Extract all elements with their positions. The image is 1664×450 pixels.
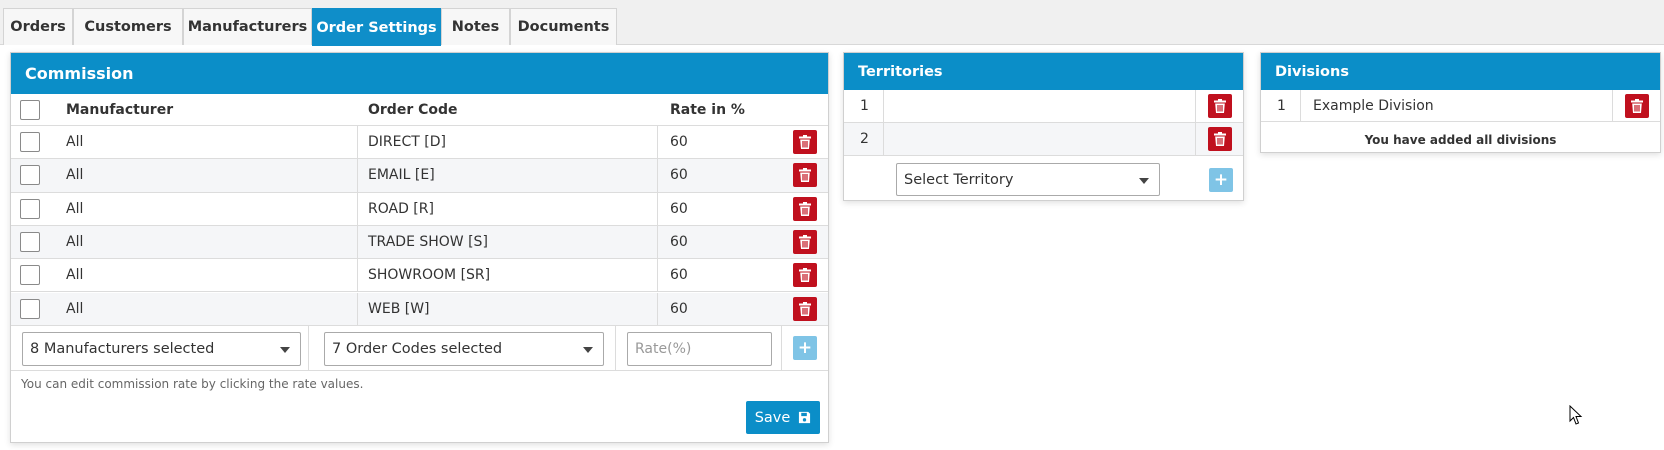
row-checkbox[interactable]: [20, 298, 40, 319]
trash-icon: [799, 268, 811, 283]
manufacturer-cell: All: [66, 167, 84, 184]
manufacturer-column-header: Manufacturer: [66, 101, 174, 118]
delete-territory-button[interactable]: [1208, 94, 1232, 118]
plus-icon: +: [797, 338, 813, 358]
delete-row-button[interactable]: [793, 230, 817, 255]
rate-cell[interactable]: 60: [670, 226, 688, 258]
rate-cell[interactable]: 60: [670, 259, 688, 291]
mouse-cursor-icon: [1569, 405, 1583, 425]
divisions-note: You have added all divisions: [1364, 133, 1557, 147]
row-checkbox[interactable]: [20, 198, 40, 219]
territory-select[interactable]: Select Territory: [896, 163, 1160, 196]
rate-cell[interactable]: 60: [670, 293, 688, 325]
rate-cell[interactable]: 60: [670, 159, 688, 191]
territory-number: 2: [860, 131, 869, 147]
rate-input[interactable]: [627, 332, 772, 366]
delete-row-button[interactable]: [793, 130, 817, 155]
manufacturers-select[interactable]: 8 Manufacturers selected: [22, 332, 301, 366]
manufacturer-cell: All: [66, 134, 84, 151]
tab-orders[interactable]: Orders: [3, 8, 73, 45]
plus-icon: +: [1213, 170, 1229, 190]
trash-icon: [799, 235, 811, 250]
manufacturer-cell: All: [66, 200, 84, 217]
order-codes-select[interactable]: 7 Order Codes selected: [324, 332, 604, 366]
tab-order-settings[interactable]: Order Settings: [312, 8, 441, 46]
table-row: All DIRECT [D] 60: [11, 126, 828, 160]
row-checkbox[interactable]: [20, 165, 40, 186]
divisions-panel: Divisions 1 Example Division You have add…: [1260, 52, 1661, 153]
trash-icon: [799, 135, 811, 150]
commission-header-row: Manufacturer Order Code Rate in %: [11, 94, 828, 126]
floppy-disk-icon: [799, 411, 811, 424]
manufacturer-cell: All: [66, 300, 84, 317]
divisions-title: Divisions: [1261, 53, 1660, 90]
row-checkbox[interactable]: [20, 232, 40, 253]
delete-row-button[interactable]: [793, 196, 817, 221]
delete-division-button[interactable]: [1625, 93, 1649, 118]
row-checkbox[interactable]: [20, 265, 40, 286]
tab-documents[interactable]: Documents: [510, 8, 617, 45]
trash-icon: [1631, 98, 1643, 113]
territory-row: 2: [844, 123, 1243, 156]
territory-number: 1: [860, 98, 869, 114]
save-button-label: Save: [754, 409, 791, 426]
commission-add-row: 8 Manufacturers selected 7 Order Codes s…: [11, 326, 828, 371]
order-code-cell: SHOWROOM [SR]: [368, 267, 491, 284]
territory-row: 1: [844, 90, 1243, 123]
trash-icon: [799, 201, 811, 216]
tab-customers[interactable]: Customers: [73, 8, 183, 45]
rate-cell[interactable]: 60: [670, 193, 688, 225]
save-button[interactable]: Save: [746, 401, 820, 434]
row-checkbox[interactable]: [20, 132, 40, 153]
table-row: All WEB [W] 60: [11, 292, 828, 326]
table-row: All TRADE SHOW [S] 60: [11, 225, 828, 260]
commission-title: Commission: [11, 53, 828, 94]
trash-icon: [799, 168, 811, 183]
commission-hint: You can edit commission rate by clicking…: [21, 377, 364, 391]
territories-panel: Territories 1 2 Select Territory +: [843, 52, 1244, 201]
rate-cell[interactable]: 60: [670, 126, 688, 158]
division-number: 1: [1277, 97, 1286, 114]
delete-row-button[interactable]: [793, 263, 817, 288]
chevron-down-icon: [1139, 177, 1149, 184]
order-code-cell: ROAD [R]: [368, 200, 434, 217]
trash-icon: [1214, 132, 1226, 146]
order-code-cell: TRADE SHOW [S]: [368, 234, 488, 251]
commission-panel: Commission Manufacturer Order Code Rate …: [10, 52, 829, 443]
order-code-cell: WEB [W]: [368, 300, 430, 317]
division-row: 1 Example Division: [1261, 90, 1660, 122]
order-code-cell: EMAIL [E]: [368, 167, 435, 184]
order-codes-select-value: 7 Order Codes selected: [332, 341, 503, 357]
trash-icon: [1214, 99, 1226, 113]
manufacturer-cell: All: [66, 234, 84, 251]
delete-row-button[interactable]: [793, 163, 817, 188]
add-territory-button[interactable]: +: [1209, 168, 1233, 192]
trash-icon: [799, 301, 811, 316]
rate-column-header: Rate in %: [670, 101, 745, 118]
tab-notes[interactable]: Notes: [441, 8, 510, 45]
chevron-down-icon: [583, 347, 593, 353]
add-commission-button[interactable]: +: [793, 336, 817, 360]
tab-bar: Orders Customers Manufacturers Order Set…: [0, 0, 1664, 46]
table-row: All EMAIL [E] 60: [11, 159, 828, 193]
chevron-down-icon: [280, 347, 290, 353]
table-row: All SHOWROOM [SR] 60: [11, 259, 828, 293]
delete-row-button[interactable]: [793, 296, 817, 321]
territory-select-value: Select Territory: [904, 171, 1014, 188]
select-all-checkbox[interactable]: [20, 99, 40, 120]
table-row: All ROAD [R] 60: [11, 192, 828, 226]
division-name: Example Division: [1313, 97, 1434, 114]
delete-territory-button[interactable]: [1208, 127, 1232, 151]
territories-title: Territories: [844, 53, 1243, 90]
order-code-column-header: Order Code: [368, 101, 458, 118]
manufacturer-cell: All: [66, 267, 84, 284]
order-code-cell: DIRECT [D]: [368, 134, 446, 151]
tab-manufacturers[interactable]: Manufacturers: [183, 8, 312, 45]
manufacturers-select-value: 8 Manufacturers selected: [30, 341, 215, 357]
